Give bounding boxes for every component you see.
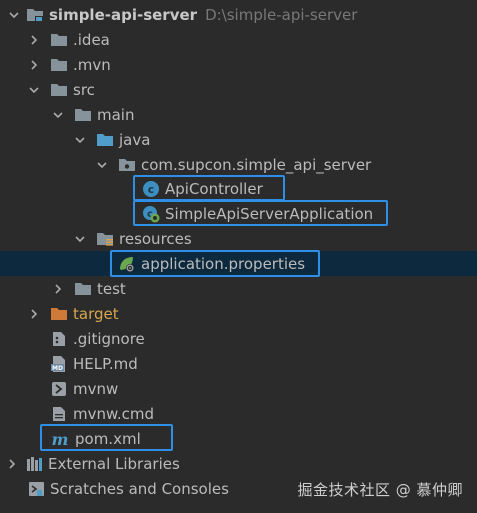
tree-label: test bbox=[97, 279, 126, 298]
folder-icon bbox=[26, 6, 44, 24]
tree-item-test[interactable]: test bbox=[0, 276, 477, 301]
excluded-folder-icon bbox=[50, 305, 68, 323]
tree-item-main[interactable]: main bbox=[0, 102, 477, 127]
tree-label: src bbox=[73, 80, 95, 99]
text-file-icon bbox=[50, 405, 68, 423]
tree-item-external-libraries[interactable]: External Libraries bbox=[0, 451, 477, 476]
chevron-down-icon[interactable] bbox=[72, 127, 88, 152]
tree-item-app-properties[interactable]: application.properties bbox=[0, 251, 477, 276]
chevron-right-icon[interactable] bbox=[26, 27, 42, 52]
spring-properties-icon bbox=[118, 255, 136, 273]
chevron-down-icon[interactable] bbox=[50, 102, 66, 127]
folder-icon bbox=[50, 56, 68, 74]
tree-label: java bbox=[119, 130, 151, 149]
class-icon: c bbox=[142, 180, 160, 198]
chevron-right-icon[interactable] bbox=[50, 276, 66, 301]
tree-label: .idea bbox=[73, 30, 110, 49]
chevron-down-icon[interactable] bbox=[26, 77, 42, 102]
tree-label: target bbox=[73, 304, 119, 323]
markdown-file-icon: MD bbox=[50, 355, 68, 373]
tree-label: mvnw bbox=[73, 379, 119, 398]
tree-item-resources[interactable]: resources bbox=[0, 226, 477, 251]
spring-boot-class-icon: c bbox=[142, 205, 160, 223]
chevron-down-icon[interactable] bbox=[6, 2, 22, 27]
chevron-right-icon[interactable] bbox=[26, 301, 42, 326]
tree-label: SimpleApiServerApplication bbox=[165, 204, 374, 223]
project-name: simple-api-server bbox=[49, 5, 198, 24]
tree-item-src[interactable]: src bbox=[0, 77, 477, 102]
svg-text:m: m bbox=[52, 430, 69, 448]
package-icon bbox=[118, 156, 136, 174]
tree-item-project[interactable]: simple-api-server D:\simple-api-server bbox=[0, 2, 477, 27]
folder-icon bbox=[50, 81, 68, 99]
tree-item-help[interactable]: MD HELP.md bbox=[0, 351, 477, 376]
tree-label: main bbox=[97, 105, 135, 124]
svg-text:MD: MD bbox=[52, 365, 63, 372]
tree-label: ApiController bbox=[165, 179, 263, 198]
tree-item-package[interactable]: com.supcon.simple_api_server bbox=[0, 152, 477, 177]
svg-text:c: c bbox=[148, 183, 155, 196]
folder-icon bbox=[50, 31, 68, 49]
folder-icon bbox=[74, 280, 92, 298]
source-folder-icon bbox=[96, 131, 114, 149]
tree-item-target[interactable]: target bbox=[0, 301, 477, 326]
gitignore-file-icon bbox=[50, 330, 68, 348]
tree-label: .gitignore bbox=[73, 329, 145, 348]
tree-label: Scratches and Consoles bbox=[50, 479, 229, 498]
tree-label: pom.xml bbox=[75, 429, 141, 448]
tree-label: .mvn bbox=[73, 55, 111, 74]
project-path: D:\simple-api-server bbox=[205, 5, 358, 24]
chevron-right-icon[interactable] bbox=[26, 52, 42, 77]
folder-icon bbox=[74, 106, 92, 124]
watermark: 掘金技术社区 @ 慕仲卿 bbox=[297, 481, 463, 499]
tree-item-pom[interactable]: m pom.xml bbox=[0, 426, 477, 451]
tree-item-app-class[interactable]: c SimpleApiServerApplication bbox=[0, 201, 477, 226]
tree-item-java[interactable]: java bbox=[0, 127, 477, 152]
tree-item-mvnw[interactable]: mvnw bbox=[0, 376, 477, 401]
tree-item-gitignore[interactable]: .gitignore bbox=[0, 326, 477, 351]
tree-label: External Libraries bbox=[48, 454, 180, 473]
scratches-icon bbox=[28, 480, 46, 498]
chevron-right-icon[interactable] bbox=[4, 451, 20, 476]
tree-label: mvnw.cmd bbox=[73, 404, 155, 423]
tree-item-api-controller[interactable]: c ApiController bbox=[0, 176, 477, 201]
library-icon bbox=[26, 455, 44, 473]
tree-label: resources bbox=[119, 229, 192, 248]
tree-label: HELP.md bbox=[73, 354, 138, 373]
chevron-down-icon[interactable] bbox=[72, 226, 88, 251]
tree-item-mvn[interactable]: .mvn bbox=[0, 52, 477, 77]
script-file-icon bbox=[50, 380, 68, 398]
resources-folder-icon bbox=[96, 230, 114, 248]
chevron-down-icon[interactable] bbox=[94, 152, 110, 177]
tree-label: application.properties bbox=[141, 254, 306, 273]
tree-label: com.supcon.simple_api_server bbox=[141, 155, 372, 174]
tree-item-mvnw-cmd[interactable]: mvnw.cmd bbox=[0, 401, 477, 426]
maven-icon: m bbox=[50, 430, 70, 448]
tree-item-idea[interactable]: .idea bbox=[0, 27, 477, 52]
